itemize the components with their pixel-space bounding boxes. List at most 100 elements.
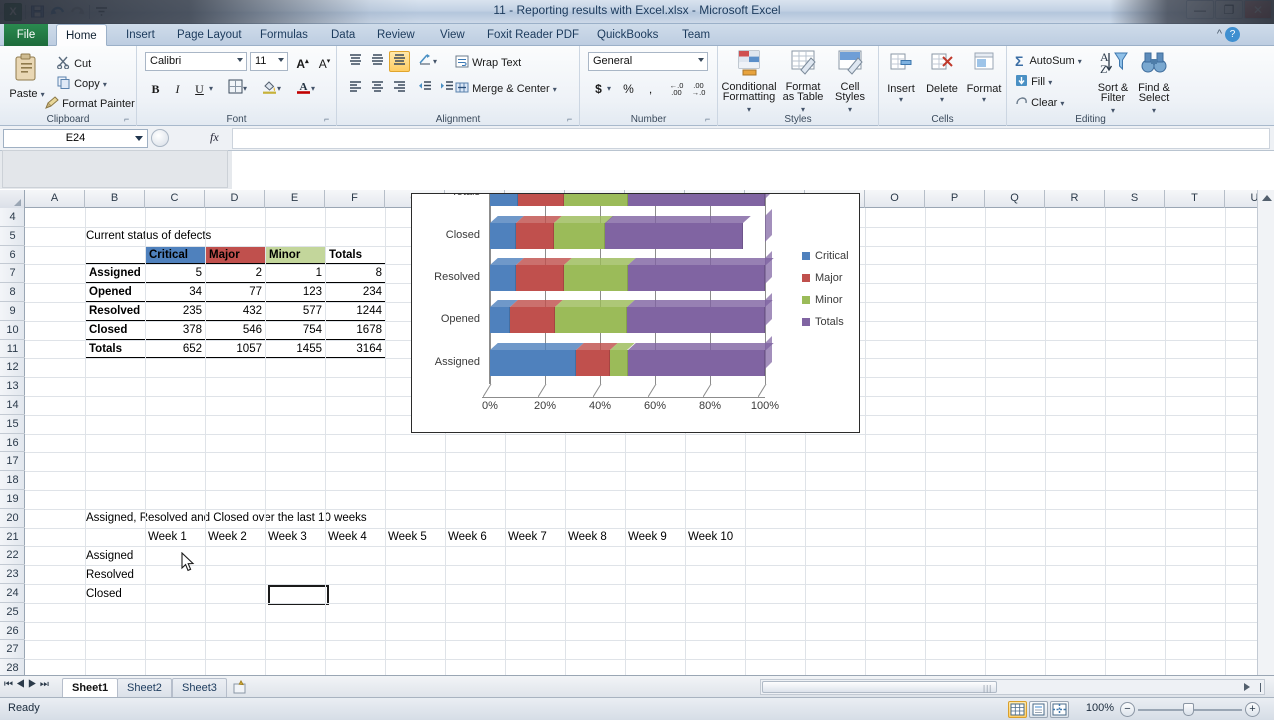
table-cell-totals-critical[interactable]: 652 bbox=[145, 340, 206, 359]
table-row-label-opened[interactable]: Opened bbox=[85, 283, 146, 302]
tab-view[interactable]: View bbox=[431, 24, 474, 46]
chart-segment-assigned-minor[interactable] bbox=[610, 350, 627, 376]
last-sheet-icon[interactable]: ⏭ bbox=[40, 679, 52, 690]
chevron-down-icon[interactable]: ▾ bbox=[41, 90, 45, 99]
sheet-tab-sheet2[interactable]: Sheet2 bbox=[117, 678, 172, 697]
table-header-totals[interactable]: Totals bbox=[325, 246, 386, 265]
row-header-5[interactable]: 5 bbox=[0, 227, 25, 246]
grow-font-button[interactable]: A▴ bbox=[292, 51, 313, 72]
cell-L21[interactable]: Week 10 bbox=[688, 528, 733, 547]
chevron-down-icon[interactable]: ▾ bbox=[1078, 57, 1082, 66]
chevron-down-icon[interactable]: ▾ bbox=[1111, 106, 1115, 115]
chart-segment-totals-critical[interactable] bbox=[490, 193, 518, 206]
cell-E21[interactable]: Week 3 bbox=[268, 528, 307, 547]
cell-J21[interactable]: Week 8 bbox=[568, 528, 607, 547]
column-header-D[interactable]: D bbox=[205, 190, 265, 208]
name-box[interactable]: E24 bbox=[3, 129, 148, 148]
chart-bar-assigned[interactable] bbox=[490, 350, 765, 376]
table-cell-opened-minor[interactable]: 123 bbox=[265, 283, 326, 302]
chart-segment-closed-major[interactable] bbox=[516, 223, 554, 249]
tab-insert[interactable]: Insert bbox=[117, 24, 164, 46]
cell-K21[interactable]: Week 9 bbox=[628, 528, 667, 547]
row-header-20[interactable]: 20 bbox=[0, 509, 25, 528]
format-as-table-button[interactable]: Format as Table ▾ bbox=[780, 50, 826, 115]
column-header-B[interactable]: B bbox=[85, 190, 145, 208]
row-header-25[interactable]: 25 bbox=[0, 603, 25, 622]
chevron-down-icon[interactable]: ▾ bbox=[1048, 78, 1052, 87]
ribbon-minimize-icon[interactable]: ^ bbox=[1217, 28, 1222, 40]
table-header-minor[interactable]: Minor bbox=[265, 246, 326, 265]
currency-button[interactable]: $ bbox=[588, 78, 609, 99]
cell-B22[interactable]: Assigned bbox=[86, 547, 133, 566]
chart-segment-resolved-major[interactable] bbox=[516, 265, 564, 291]
zoom-in-button[interactable]: + bbox=[1245, 702, 1260, 717]
row-header-9[interactable]: 9 bbox=[0, 302, 25, 321]
table-cell-resolved-major[interactable]: 432 bbox=[205, 302, 266, 321]
row-header-26[interactable]: 26 bbox=[0, 622, 25, 641]
chart-segment-assigned-major[interactable] bbox=[576, 350, 610, 376]
legend-item-totals[interactable]: Totals bbox=[802, 316, 849, 338]
font-name-input[interactable]: Calibri bbox=[145, 52, 247, 71]
row-header-23[interactable]: 23 bbox=[0, 565, 25, 584]
sort-filter-button[interactable]: AZ Sort & Filter ▾ bbox=[1092, 50, 1134, 116]
horizontal-scrollbar-thumb[interactable] bbox=[762, 681, 997, 693]
table-row-label-assigned[interactable]: Assigned bbox=[85, 264, 146, 283]
chart-bar-closed[interactable] bbox=[490, 223, 765, 249]
tab-page-layout[interactable]: Page Layout bbox=[168, 24, 251, 46]
cell-C21[interactable]: Week 1 bbox=[148, 528, 187, 547]
sheet-tab-bar[interactable]: ⏮◀▶⏭ Sheet1 Sheet2 Sheet3 ||| bbox=[0, 675, 1274, 697]
formula-input[interactable] bbox=[232, 128, 1270, 149]
insert-worksheet-icon[interactable] bbox=[232, 680, 248, 698]
chevron-down-icon[interactable]: ▾ bbox=[433, 57, 437, 66]
row-header-28[interactable]: 28 bbox=[0, 659, 25, 675]
chevron-down-icon[interactable] bbox=[135, 136, 143, 141]
chevron-down-icon[interactable]: ▾ bbox=[881, 95, 921, 104]
table-cell-opened-critical[interactable]: 34 bbox=[145, 283, 206, 302]
decrease-indent-button[interactable] bbox=[415, 78, 436, 99]
table-cell-resolved-totals[interactable]: 1244 bbox=[325, 302, 386, 321]
column-header-R[interactable]: R bbox=[1045, 190, 1105, 208]
normal-view-icon[interactable] bbox=[1008, 701, 1027, 718]
table-row-label-closed[interactable]: Closed bbox=[85, 321, 146, 340]
scroll-right-arrow-icon[interactable] bbox=[1244, 683, 1250, 691]
chevron-down-icon[interactable]: ▾ bbox=[747, 105, 751, 114]
chart-segment-totals-minor[interactable] bbox=[564, 193, 627, 206]
chart-segment-resolved-minor[interactable] bbox=[564, 265, 628, 291]
autosum-button[interactable]: Σ AutoSum ▾ bbox=[1015, 53, 1082, 69]
table-cell-totals-totals[interactable]: 3164 bbox=[325, 340, 386, 359]
chart-bar-totals[interactable] bbox=[490, 193, 765, 206]
table-cell-closed-critical[interactable]: 378 bbox=[145, 321, 206, 340]
row-header-column[interactable]: 4567891011121314151617181920212223242526… bbox=[0, 208, 25, 675]
chart-bar-resolved[interactable] bbox=[490, 265, 765, 291]
merge-center-button[interactable]: Merge & Center ▾ bbox=[455, 81, 557, 97]
table-cell-closed-minor[interactable]: 754 bbox=[265, 321, 326, 340]
align-bottom-button[interactable] bbox=[389, 51, 410, 72]
row-header-10[interactable]: 10 bbox=[0, 321, 25, 340]
tab-data[interactable]: Data bbox=[322, 24, 364, 46]
delete-cells-button[interactable]: Delete ▾ bbox=[922, 52, 962, 104]
chevron-down-icon[interactable]: ▾ bbox=[209, 84, 213, 93]
chevron-down-icon[interactable]: ▾ bbox=[963, 95, 1005, 104]
cut-button[interactable]: Cut bbox=[57, 56, 91, 72]
zoom-level[interactable]: 100% bbox=[1086, 702, 1114, 714]
row-header-4[interactable]: 4 bbox=[0, 208, 25, 227]
column-header-F[interactable]: F bbox=[325, 190, 385, 208]
align-top-button[interactable] bbox=[345, 51, 366, 72]
cell-G21[interactable]: Week 5 bbox=[388, 528, 427, 547]
row-header-15[interactable]: 15 bbox=[0, 415, 25, 434]
table-cell-opened-totals[interactable]: 234 bbox=[325, 283, 386, 302]
row-header-22[interactable]: 22 bbox=[0, 546, 25, 565]
align-center-button[interactable] bbox=[367, 78, 388, 99]
chevron-down-icon[interactable]: ▾ bbox=[801, 105, 805, 114]
chart-segment-assigned-totals[interactable] bbox=[628, 350, 766, 376]
cell-B5[interactable]: Current status of defects bbox=[86, 227, 211, 246]
chevron-down-icon[interactable]: ▾ bbox=[553, 85, 557, 94]
find-select-button[interactable]: Find & Select ▾ bbox=[1134, 50, 1174, 116]
next-sheet-icon[interactable]: ▶ bbox=[28, 679, 40, 690]
chevron-down-icon[interactable]: ▾ bbox=[243, 84, 247, 93]
clipboard-dialog-launcher[interactable]: ⌐ bbox=[124, 115, 133, 124]
horizontal-scrollbar[interactable]: ||| bbox=[760, 679, 1265, 695]
chevron-down-icon[interactable]: ▾ bbox=[922, 95, 962, 104]
sheet-nav-buttons[interactable]: ⏮◀▶⏭ bbox=[4, 679, 52, 690]
column-header-S[interactable]: S bbox=[1105, 190, 1165, 208]
